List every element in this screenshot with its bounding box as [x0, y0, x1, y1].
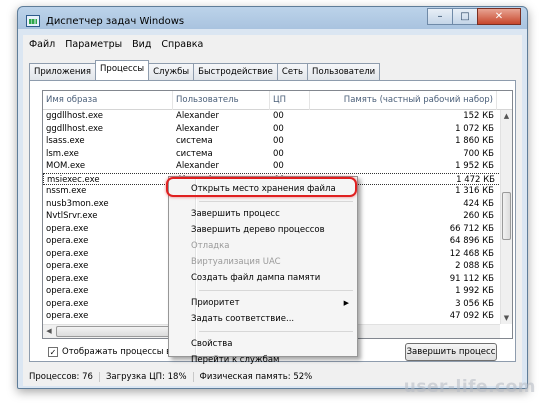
- list-header: ⌃ Имя образа Пользователь ЦП Память (час…: [43, 91, 512, 110]
- tab-applications[interactable]: Приложения: [29, 63, 97, 80]
- column-image-name[interactable]: Имя образа: [43, 91, 173, 110]
- end-process-button[interactable]: Завершить процесс: [405, 343, 497, 361]
- context-menu-item[interactable]: Создать файл дампа памяти: [171, 270, 355, 286]
- scroll-down-icon[interactable]: ▼: [501, 312, 512, 324]
- cell-image-name: NvtlSrvr.exe: [46, 211, 98, 221]
- column-user[interactable]: Пользователь: [173, 91, 270, 110]
- cell-user: Alexander: [176, 161, 220, 171]
- cell-image-name: opera.exe: [46, 298, 89, 309]
- cell-image-name: opera.exe: [46, 223, 89, 234]
- cell-memory: 1 952 КБ: [455, 161, 494, 171]
- context-menu-item[interactable]: Завершить дерево процессов: [171, 222, 355, 238]
- context-menu-item: Отладка: [171, 238, 355, 254]
- tab-performance[interactable]: Быстродействие: [193, 63, 278, 80]
- submenu-arrow-icon: ▶: [343, 299, 349, 307]
- context-menu-item-label: Отладка: [191, 241, 230, 251]
- cell-memory: 700 КБ: [463, 148, 494, 159]
- cell-user: Alexander: [176, 111, 220, 121]
- status-cpu-usage: Загрузка ЦП: 18%: [100, 372, 194, 382]
- cell-image-name: lsm.exe: [46, 148, 79, 159]
- cell-memory: 152 КБ: [463, 111, 494, 121]
- highlight-annotation: [166, 177, 357, 197]
- menu-bar: Файл Параметры Вид Справка: [23, 35, 522, 53]
- context-menu-item: Виртуализация UAC: [171, 254, 355, 270]
- cell-cpu: 00: [273, 111, 284, 121]
- close-icon[interactable]: ✕: [477, 8, 521, 25]
- context-menu-item-label: Виртуализация UAC: [191, 257, 281, 267]
- menu-separator: [199, 201, 353, 202]
- context-menu-item[interactable]: Задать соответствие...: [171, 311, 355, 327]
- menu-separator: [199, 290, 353, 291]
- tab-processes[interactable]: Процессы: [95, 60, 150, 80]
- vertical-scroll-thumb[interactable]: [502, 192, 511, 240]
- context-menu-item-label: Завершить дерево процессов: [191, 225, 325, 235]
- window-controls: – □ ✕: [427, 8, 521, 25]
- cell-cpu: 00: [273, 136, 284, 146]
- tab-users[interactable]: Пользователи: [307, 63, 381, 80]
- sort-ascending-icon: ⌃: [98, 90, 104, 96]
- context-menu-item[interactable]: Свойства: [171, 336, 355, 352]
- column-memory[interactable]: Память (частный рабочий набор): [310, 91, 497, 110]
- cell-image-name: MOM.exe: [46, 161, 86, 171]
- cell-image-name: opera.exe: [46, 273, 89, 284]
- status-process-count: Процессов: 76: [23, 372, 100, 382]
- scroll-left-icon[interactable]: ◀: [43, 325, 55, 338]
- cell-image-name: opera.exe: [46, 248, 89, 259]
- cell-image-name: ggdllhost.exe: [46, 111, 104, 121]
- cell-memory: 1 860 КБ: [455, 136, 494, 146]
- minimize-icon[interactable]: –: [427, 8, 453, 25]
- context-menu-item-label: Создать файл дампа памяти: [191, 273, 321, 283]
- column-cpu[interactable]: ЦП: [270, 91, 310, 110]
- cell-user: система: [176, 148, 213, 159]
- tab-network[interactable]: Сеть: [276, 63, 309, 80]
- cell-memory: 1 072 КБ: [455, 123, 494, 134]
- cell-image-name: nssm.exe: [46, 186, 87, 196]
- tab-strip: Приложения Процессы Службы Быстродействи…: [29, 60, 381, 80]
- cell-cpu: 00: [273, 161, 284, 171]
- context-menu-item-label: Задать соответствие...: [191, 314, 295, 324]
- menu-view[interactable]: Вид: [132, 39, 151, 50]
- show-all-checkbox[interactable]: ✓: [48, 347, 58, 357]
- context-menu-item-label: Приоритет: [191, 298, 240, 308]
- table-row[interactable]: lsm.exe система 00 700 КБ: [43, 148, 501, 161]
- tab-services[interactable]: Службы: [148, 63, 195, 80]
- cell-image-name: opera.exe: [46, 286, 89, 296]
- cell-cpu: 00: [273, 148, 284, 159]
- vertical-scrollbar[interactable]: ▲ ▼: [500, 110, 512, 324]
- scroll-up-icon[interactable]: ▲: [501, 110, 512, 122]
- table-row[interactable]: ggdllhost.exe Alexander 00 152 КБ: [43, 110, 501, 123]
- maximize-icon[interactable]: □: [452, 8, 478, 25]
- cell-image-name: opera.exe: [46, 261, 89, 271]
- cell-image-name: opera.exe: [46, 311, 89, 321]
- status-physical-memory: Физическая память: 52%: [199, 372, 313, 382]
- menu-help[interactable]: Справка: [161, 39, 203, 50]
- menu-file[interactable]: Файл: [29, 39, 55, 50]
- cell-user: Alexander: [176, 123, 220, 134]
- table-row[interactable]: lsass.exe система 00 1 860 КБ: [43, 135, 501, 148]
- context-menu-item[interactable]: Перейти к службам: [171, 352, 355, 368]
- cell-image-name: ggdllhost.exe: [46, 123, 104, 134]
- cell-image-name: nusb3mon.exe: [46, 198, 109, 209]
- context-menu-item-label: Завершить процесс: [191, 209, 280, 219]
- context-menu: Открыть место хранения файла Завершить пр…: [168, 176, 358, 365]
- context-menu-item-label: Перейти к службам: [191, 355, 280, 365]
- cell-user: система: [176, 136, 213, 146]
- context-menu-item[interactable]: Завершить процесс: [171, 206, 355, 222]
- table-row[interactable]: ggdllhost.exe Alexander 00 1 072 КБ: [43, 123, 501, 136]
- table-row[interactable]: MOM.exe Alexander 00 1 952 КБ: [43, 160, 501, 173]
- cell-cpu: 00: [273, 123, 284, 134]
- cell-image-name: opera.exe: [46, 236, 89, 246]
- taskmanager-icon: [26, 15, 40, 27]
- window-title: Диспетчер задач Windows: [46, 15, 185, 27]
- context-menu-item[interactable]: Приоритет ▶: [171, 295, 355, 311]
- cell-image-name: lsass.exe: [46, 136, 85, 146]
- menu-separator: [199, 331, 353, 332]
- menu-options[interactable]: Параметры: [65, 39, 122, 50]
- watermark: user-life.com: [403, 377, 536, 397]
- context-menu-item-label: Свойства: [191, 339, 233, 349]
- cell-image-name: msiexec.exe: [47, 174, 100, 185]
